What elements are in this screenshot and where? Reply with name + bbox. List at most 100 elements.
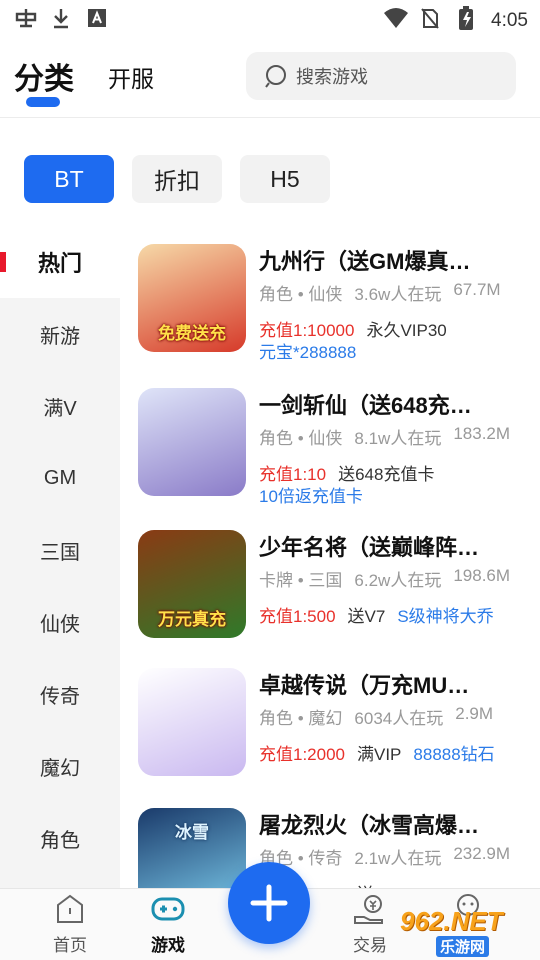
game-players: 3.6w人在玩 [354,285,442,304]
nav-label: 首页 [53,936,87,955]
active-indicator [0,252,6,272]
nav-trade[interactable]: 交易 [330,893,410,956]
recharge-ratio: 充值1:2000 [259,745,345,764]
status-bar: 4:05 [0,0,540,36]
sidebar-item-label: 传奇 [40,685,80,708]
game-meta: 卡牌 • 三国 6.2w人在玩 198.6M [259,566,510,591]
sidebar-item-label: GM [43,466,77,489]
game-meta: 角色 • 魔幻 6034人在玩 2.9M [259,704,493,729]
game-size: 183.2M [453,424,511,443]
game-title: 九州行（送GM爆真… [259,249,471,274]
game-title: 少年名将（送巅峰阵… [259,535,480,560]
nav-label: 交易 [353,936,387,955]
tab-server-open[interactable]: 开服 [108,60,154,94]
game-title: 一剑斩仙（送648充… [259,393,472,418]
game-players: 6034人在玩 [354,709,444,728]
game-size: 2.9M [455,704,494,723]
game-list: 免费送充 九州行（送GM爆真… 角色 • 仙侠 3.6w人在玩 67.7M 充值… [120,226,540,888]
sidebar-item-label: 满V [43,397,77,420]
search-box[interactable]: 搜索游戏 [246,52,516,100]
bonus-tag: 10倍返充值卡 [259,487,363,506]
thumbnail-caption: 免费送充 [158,324,226,343]
sidebar-item-legend[interactable]: 传奇 [0,658,120,730]
game-card[interactable]: 卓越传说（万充MU… 角色 • 魔幻 6034人在玩 2.9M 充值1:2000… [138,668,538,798]
filter-chips: BT 折扣 H5 [24,155,330,203]
watermark-logo: 962.NET [400,906,503,936]
perk-tag: 送V7 [347,607,386,626]
nav-home[interactable]: 首页 [30,893,110,956]
home-icon [57,894,83,923]
recharge-ratio: 充值1:500 [259,607,336,626]
perk-tag: 永久VIP30 [366,321,447,340]
game-genre: 卡牌 • 三国 [259,571,343,590]
bonus-tag: 元宝*288888 [259,343,357,362]
game-tags: 充值1:500 送V7 S级神将大乔 [259,602,494,627]
sidebar-item-new[interactable]: 新游 [0,298,120,370]
download-icon [50,7,72,35]
battery-charging-icon [455,6,477,36]
game-card[interactable]: 万元真充 少年名将（送巅峰阵… 卡牌 • 三国 6.2w人在玩 198.6M 充… [138,530,538,660]
trade-icon [354,895,383,924]
filter-bt[interactable]: BT [24,155,114,203]
watermark-site-name: 乐游网 [436,936,490,957]
game-thumbnail: 冰雪 [138,808,246,888]
sidebar-item-label: 新游 [40,325,80,348]
sidebar-item-label: 三国 [40,541,80,564]
gamepad-icon [151,897,185,921]
thumbnail-caption: 万元真充 [158,610,226,629]
filter-h5[interactable]: H5 [240,155,330,203]
sidebar-item-fantasy[interactable]: 魔幻 [0,730,120,802]
game-card[interactable]: 冰雪 屠龙烈火（冰雪高爆… 角色 • 传奇 2.1w人在玩 232.9M 充值1… [138,808,538,888]
game-tags-extra: 元宝*288888 [259,338,356,363]
sidebar-item-xianxia[interactable]: 仙侠 [0,586,120,658]
no-sim-icon [419,7,441,35]
sidebar-item-label: 魔幻 [40,757,80,780]
game-tags-extra: 10倍返充值卡 [259,482,363,507]
game-thumbnail [138,388,246,496]
sidebar-item-hot[interactable]: 热门 [0,226,120,298]
sidebar-item-role[interactable]: 角色 [0,802,120,874]
game-players: 8.1w人在玩 [354,429,442,448]
site-watermark: 962.NET 乐游网 [400,906,536,957]
sidebar-item-three-kingdoms[interactable]: 三国 [0,514,120,586]
game-title: 卓越传说（万充MU… [259,673,470,698]
perk-tag: 满VIP [357,745,402,764]
game-meta: 角色 • 仙侠 8.1w人在玩 183.2M [259,424,510,449]
game-tags: 充值1:2000 满VIP 88888钻石 [259,740,495,765]
game-players: 6.2w人在玩 [354,571,442,590]
top-header: 分类 开服 搜索游戏 [0,44,540,118]
game-card[interactable]: 一剑斩仙（送648充… 角色 • 仙侠 8.1w人在玩 183.2M 充值1:1… [138,388,538,518]
sidebar-item-label: 角色 [40,829,80,852]
game-thumbnail: 万元真充 [138,530,246,638]
sidebar-item-label: 热门 [37,251,82,276]
game-size: 198.6M [453,566,511,585]
clock: 4:05 [491,10,528,31]
tab-indicator [26,97,60,107]
game-genre: 角色 • 仙侠 [259,285,343,304]
game-genre: 角色 • 魔幻 [259,709,343,728]
thumbnail-caption: 冰雪 [175,823,209,842]
game-title: 屠龙烈火（冰雪高爆… [259,813,480,838]
game-card[interactable]: 免费送充 九州行（送GM爆真… 角色 • 仙侠 3.6w人在玩 67.7M 充值… [138,244,538,374]
game-genre: 角色 • 仙侠 [259,429,343,448]
sidebar-item-gm[interactable]: GM [0,442,120,514]
filter-discount[interactable]: 折扣 [132,155,222,203]
game-players: 2.1w人在玩 [354,849,442,868]
tab-category[interactable]: 分类 [14,54,74,98]
sidebar-item-full-v[interactable]: 满V [0,370,120,442]
bonus-tag: S级神将大乔 [397,607,494,626]
game-size: 232.9M [453,844,511,863]
add-fab-button[interactable] [228,862,310,944]
plus-icon [250,884,288,922]
game-meta: 角色 • 仙侠 3.6w人在玩 67.7M [259,280,501,305]
game-thumbnail [138,668,246,776]
game-size: 67.7M [453,280,501,299]
bonus-tag: 88888钻石 [413,745,495,764]
nav-games[interactable]: 游戏 [128,893,208,956]
perk-tag: 送VIP10 [357,880,420,888]
game-thumbnail: 免费送充 [138,244,246,352]
sidebar-item-label: 仙侠 [40,613,80,636]
search-placeholder: 搜索游戏 [296,67,368,87]
search-icon [265,65,286,88]
wifi-icon [383,7,409,35]
